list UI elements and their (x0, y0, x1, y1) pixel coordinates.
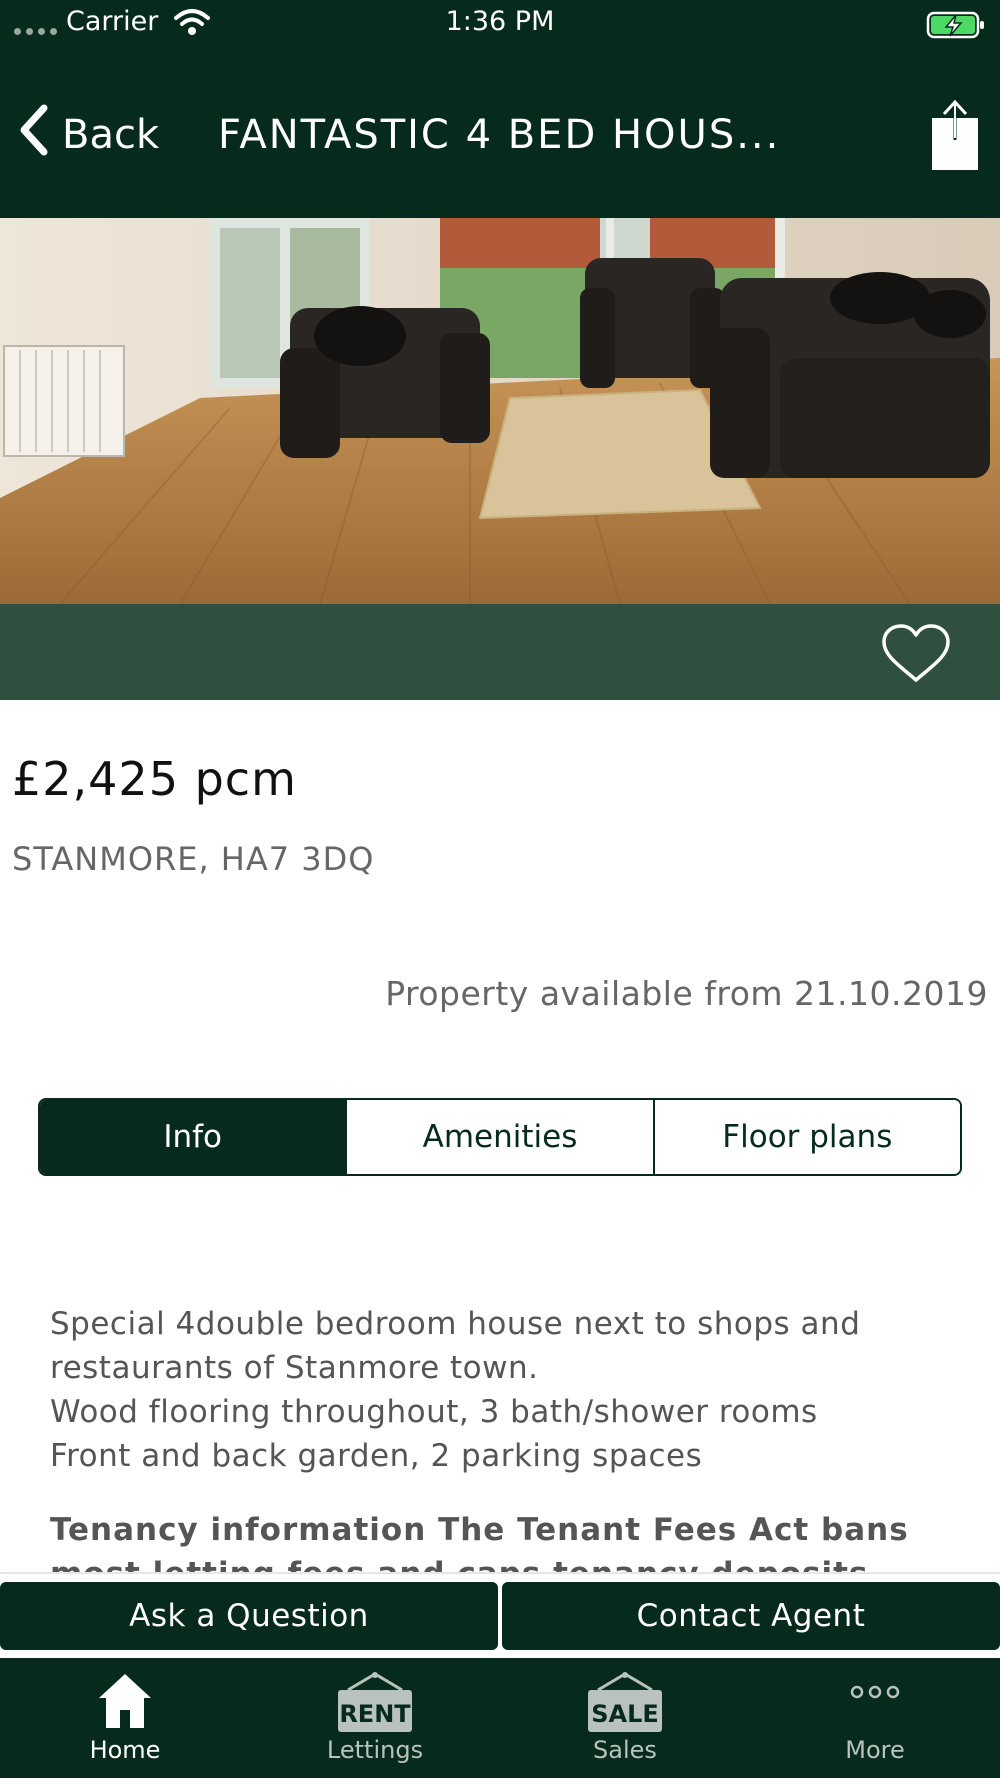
address: STANMORE, HA7 3DQ (12, 840, 375, 878)
description-line: Special 4double bedroom house next to sh… (50, 1306, 861, 1386)
tab-amenities[interactable]: Amenities (345, 1100, 653, 1174)
action-bar: Ask a Question Contact Agent (0, 1582, 1000, 1650)
description-line: Wood flooring throughout, 3 bath/shower … (50, 1394, 818, 1430)
property-photo[interactable] (0, 218, 1000, 604)
home-icon (97, 1672, 153, 1734)
sale-sign-icon: SALE (586, 1672, 664, 1738)
ask-question-button[interactable]: Ask a Question (0, 1582, 498, 1650)
tabbar-item-lettings[interactable]: RENT Lettings (250, 1658, 500, 1778)
contact-agent-button[interactable]: Contact Agent (502, 1582, 1000, 1650)
rent-sign-icon: RENT (336, 1672, 414, 1738)
svg-text:SALE: SALE (591, 1700, 659, 1728)
share-button[interactable] (930, 99, 980, 176)
tab-info[interactable]: Info (40, 1100, 346, 1174)
header: Carrier 1:36 PM Back FANTASTIC 4 BED HOU… (0, 0, 1000, 218)
nav-bar: Back FANTASTIC 4 BED HOUS... (0, 90, 1000, 180)
tenancy-info: Tenancy information The Tenant Fees Act … (50, 1512, 909, 1574)
tab-bar: Home RENT Lettings SALE Sales More (0, 1658, 1000, 1778)
tabbar-item-sales[interactable]: SALE Sales (500, 1658, 750, 1778)
more-dots-icon (845, 1672, 905, 1716)
chevron-left-icon (18, 104, 50, 166)
share-icon (930, 99, 980, 176)
photo-overlay-bar (0, 604, 1000, 700)
description-line: Front and back garden, 2 parking spaces (50, 1438, 703, 1474)
tab-floor-plans[interactable]: Floor plans (652, 1100, 960, 1174)
tabbar-label: Home (89, 1736, 161, 1764)
favorite-button[interactable] (880, 624, 952, 688)
availability-text: Property available from 21.10.2019 (385, 974, 988, 1013)
segmented-tabs: Info Amenities Floor plans (38, 1098, 962, 1176)
heart-icon (880, 624, 952, 688)
tabbar-label: More (845, 1736, 905, 1764)
tabbar-label: Sales (593, 1736, 657, 1764)
status-bar: Carrier 1:36 PM (0, 0, 1000, 48)
tabbar-item-more[interactable]: More (750, 1658, 1000, 1778)
price: £2,425 pcm (12, 752, 297, 806)
tabbar-item-home[interactable]: Home (0, 1658, 250, 1778)
back-button[interactable]: Back (18, 104, 159, 166)
tabbar-label: Lettings (326, 1736, 424, 1764)
back-label: Back (62, 112, 160, 158)
description: Special 4double bedroom house next to sh… (50, 1302, 970, 1478)
svg-text:RENT: RENT (339, 1700, 411, 1728)
battery-charging-icon (926, 10, 986, 47)
clock: 1:36 PM (445, 6, 555, 37)
divider (0, 1572, 1000, 1574)
page-title: FANTASTIC 4 BED HOUS... (218, 112, 781, 158)
